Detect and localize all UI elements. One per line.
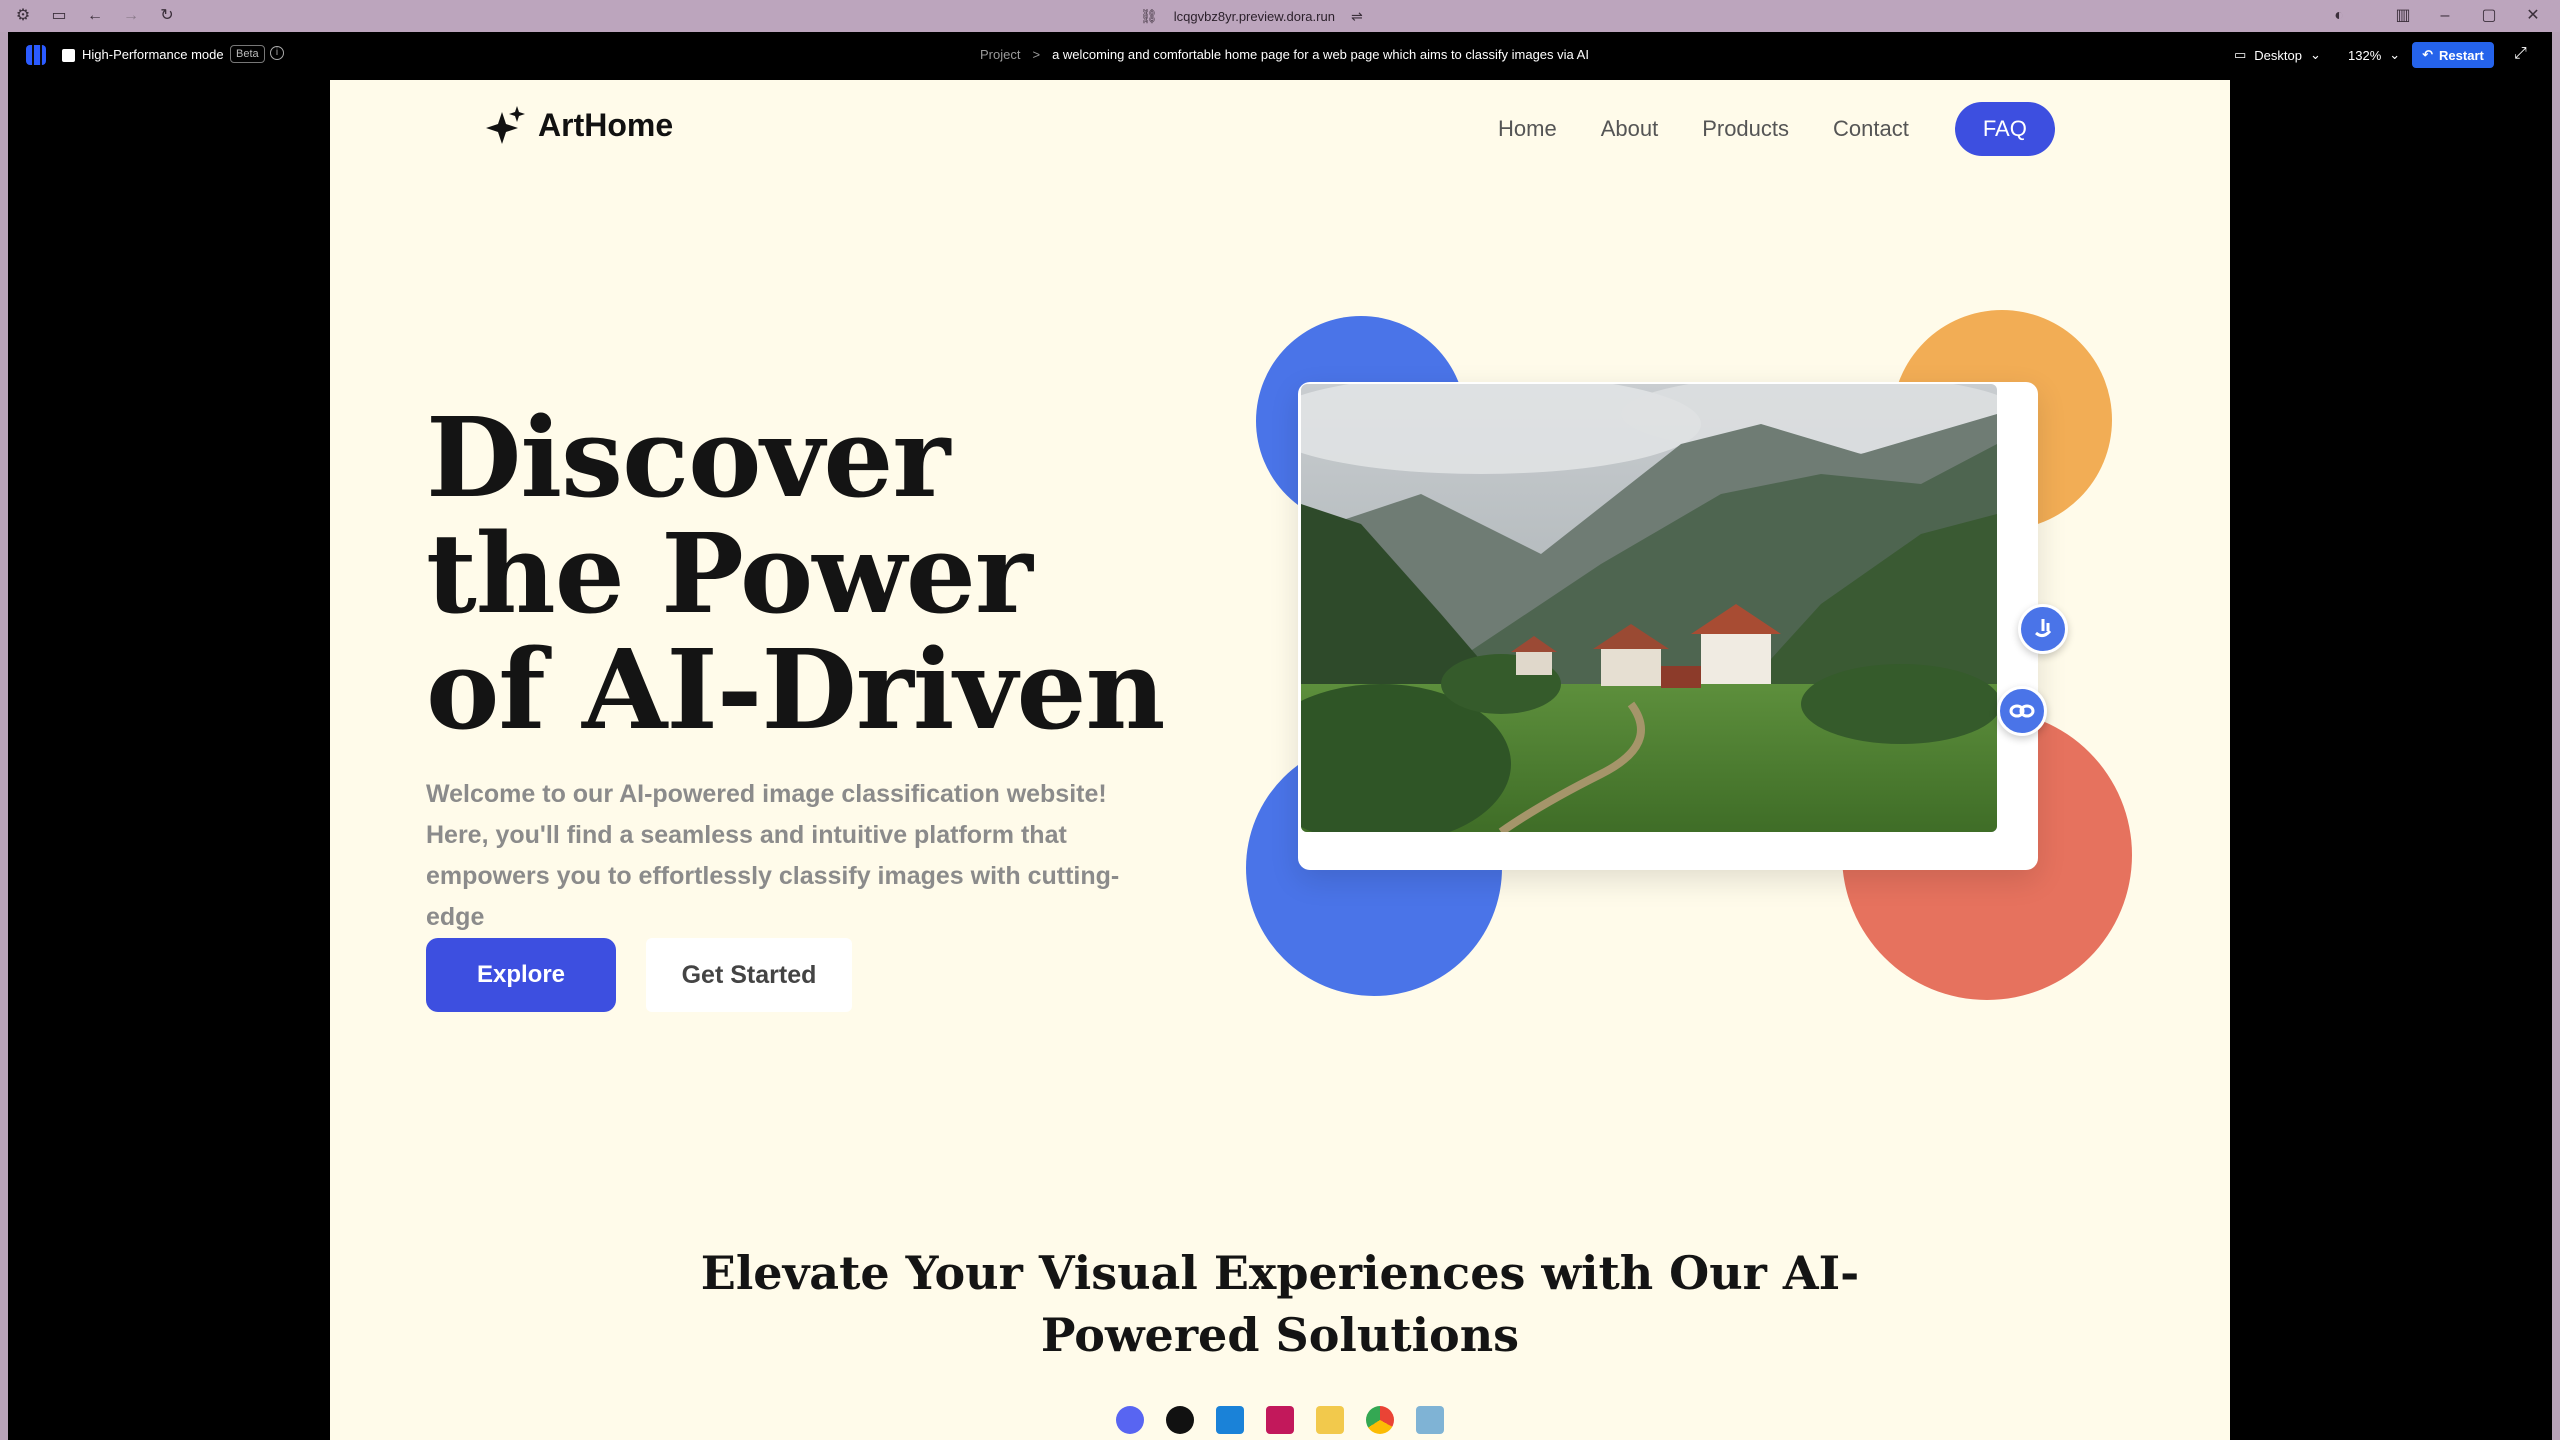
sparkle-icon	[486, 106, 525, 144]
nav-about[interactable]: About	[1601, 116, 1659, 142]
profile-icon[interactable]: ◐	[2330, 7, 2348, 25]
maximize-icon[interactable]: ▢	[2480, 7, 2498, 25]
restart-button[interactable]: ↶ Restart	[2412, 42, 2494, 68]
nav-products[interactable]: Products	[1702, 116, 1789, 142]
chevron-down-icon: ⌄	[2310, 47, 2321, 62]
github-icon[interactable]	[1166, 1406, 1194, 1434]
nav-home[interactable]: Home	[1498, 116, 1557, 142]
app-logo-icon[interactable]	[26, 45, 46, 65]
discord-icon[interactable]	[1116, 1406, 1144, 1434]
hero-description: Welcome to our AI-powered image classifi…	[426, 780, 1120, 931]
explore-button[interactable]: Explore	[426, 938, 616, 1012]
split-view-icon[interactable]: ▥	[2394, 7, 2412, 25]
refresh-hand-icon[interactable]	[2018, 604, 2068, 654]
editor-icon[interactable]	[1416, 1406, 1444, 1434]
sidebar-toggle-icon[interactable]: ▭	[50, 7, 68, 25]
zoom-label: 132%	[2348, 47, 2382, 63]
breadcrumb: Project > a welcoming and comfortable ho…	[980, 47, 1589, 62]
back-icon[interactable]: ←	[86, 7, 104, 25]
info-icon[interactable]: i	[270, 46, 284, 60]
get-started-button[interactable]: Get Started	[646, 938, 852, 1012]
breadcrumb-project[interactable]: Project	[980, 47, 1020, 62]
section-title: Elevate Your Visual Experiences with Our…	[700, 1246, 1860, 1362]
undo-icon: ↶	[2422, 47, 2434, 62]
device-label: Desktop	[2254, 47, 2302, 63]
brand[interactable]: ArtHome	[484, 104, 673, 146]
minimize-icon[interactable]: –	[2436, 7, 2454, 25]
nav-contact[interactable]: Contact	[1833, 116, 1909, 142]
link-icon[interactable]	[1997, 686, 2047, 736]
main-nav: Home About Products Contact FAQ	[1498, 102, 2055, 156]
reload-icon[interactable]: ↻	[158, 7, 176, 25]
brand-name: ArtHome	[538, 106, 674, 143]
hero-image-card	[1298, 382, 2038, 870]
breadcrumb-current: a welcoming and comfortable home page fo…	[1052, 47, 1589, 62]
nav-faq-button[interactable]: FAQ	[1954, 102, 2055, 156]
design-app-icon[interactable]	[1266, 1406, 1294, 1434]
chevron-down-icon: ⌄	[2389, 47, 2401, 62]
device-select[interactable]: ▭ Desktop ⌄	[2234, 47, 2321, 63]
browser-title-bar: ⚙ ▭ ← → ↻ ⛓ lcqgvbz8yr.preview.dora.run …	[0, 0, 2560, 32]
url-text[interactable]: lcqgvbz8yr.preview.dora.run	[1174, 9, 1335, 24]
restart-label: Restart	[2439, 47, 2484, 63]
vscode-icon[interactable]	[1216, 1406, 1244, 1434]
desktop-icon: ▭	[2234, 47, 2247, 62]
high-performance-label: High-Performance mode	[82, 47, 224, 62]
extensions-icon[interactable]: ⚙	[14, 7, 32, 25]
taskbar	[0, 1400, 2560, 1440]
link-icon[interactable]: ⛓	[1140, 8, 1158, 25]
website-preview: ArtHome Home About Products Contact FAQ …	[330, 80, 2230, 1440]
zoom-select[interactable]: 132% ⌄	[2348, 47, 2400, 63]
fullscreen-icon[interactable]: ⤢	[2514, 45, 2527, 63]
forward-icon[interactable]: →	[122, 7, 140, 25]
close-icon[interactable]: ✕	[2524, 7, 2542, 25]
hero-title: Discover the Power of AI-Driven	[426, 393, 1165, 754]
file-explorer-icon[interactable]	[1316, 1406, 1344, 1434]
breadcrumb-separator: >	[1032, 47, 1041, 62]
app-toolbar: High-Performance mode Beta i Project > a…	[8, 32, 2552, 78]
high-performance-checkbox[interactable]	[62, 49, 75, 62]
beta-badge: Beta	[230, 45, 265, 63]
site-settings-icon[interactable]: ⇌	[1351, 8, 1363, 25]
chrome-icon[interactable]	[1366, 1406, 1394, 1434]
mountain-village-image	[1301, 384, 1997, 832]
